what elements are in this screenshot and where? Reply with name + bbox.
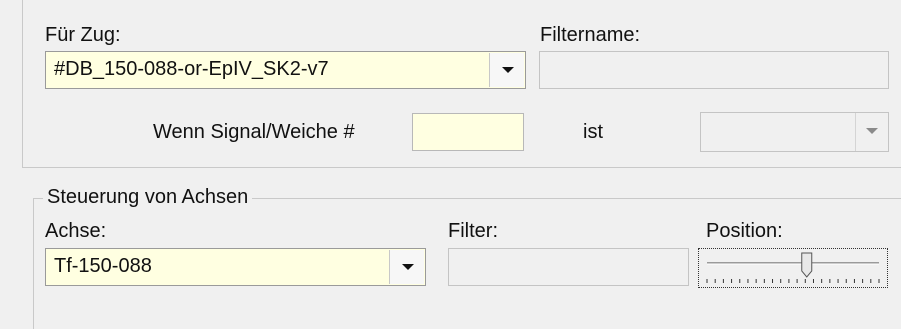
train-select-value: #DB_150-088-or-EpIV_SK2-v7 <box>54 58 329 80</box>
axis-label: Achse: <box>45 220 107 242</box>
position-trackbar[interactable] <box>698 248 888 288</box>
chevron-down-icon <box>502 67 514 73</box>
chevron-down-icon <box>866 128 878 134</box>
filtername-label: Filtername: <box>540 24 641 46</box>
axis-select-dropdown-button[interactable] <box>389 250 424 284</box>
trackbar-thumb[interactable] <box>801 252 813 278</box>
state-select[interactable] <box>700 112 889 152</box>
train-select[interactable]: #DB_150-088-or-EpIV_SK2-v7 <box>45 51 526 89</box>
signal-input[interactable] <box>412 113 524 151</box>
train-label: Für Zug: <box>45 24 121 46</box>
chevron-down-icon <box>402 264 414 270</box>
signal-label: Wenn Signal/Weiche # <box>153 121 355 143</box>
trackbar-ticks <box>706 279 880 283</box>
filtername-field[interactable] <box>539 51 889 89</box>
position-label: Position: <box>706 220 783 242</box>
state-select-dropdown-button[interactable] <box>855 113 888 151</box>
filter-label: Filter: <box>448 220 498 242</box>
train-select-dropdown-button[interactable] <box>489 53 524 87</box>
ist-label: ist <box>583 121 603 143</box>
axes-group-title: Steuerung von Achsen <box>43 186 253 208</box>
axis-select[interactable]: Tf-150-088 <box>45 248 426 286</box>
filter-field[interactable] <box>448 248 689 286</box>
axis-select-value: Tf-150-088 <box>54 255 152 277</box>
position-trackbar-graphic <box>706 252 880 283</box>
